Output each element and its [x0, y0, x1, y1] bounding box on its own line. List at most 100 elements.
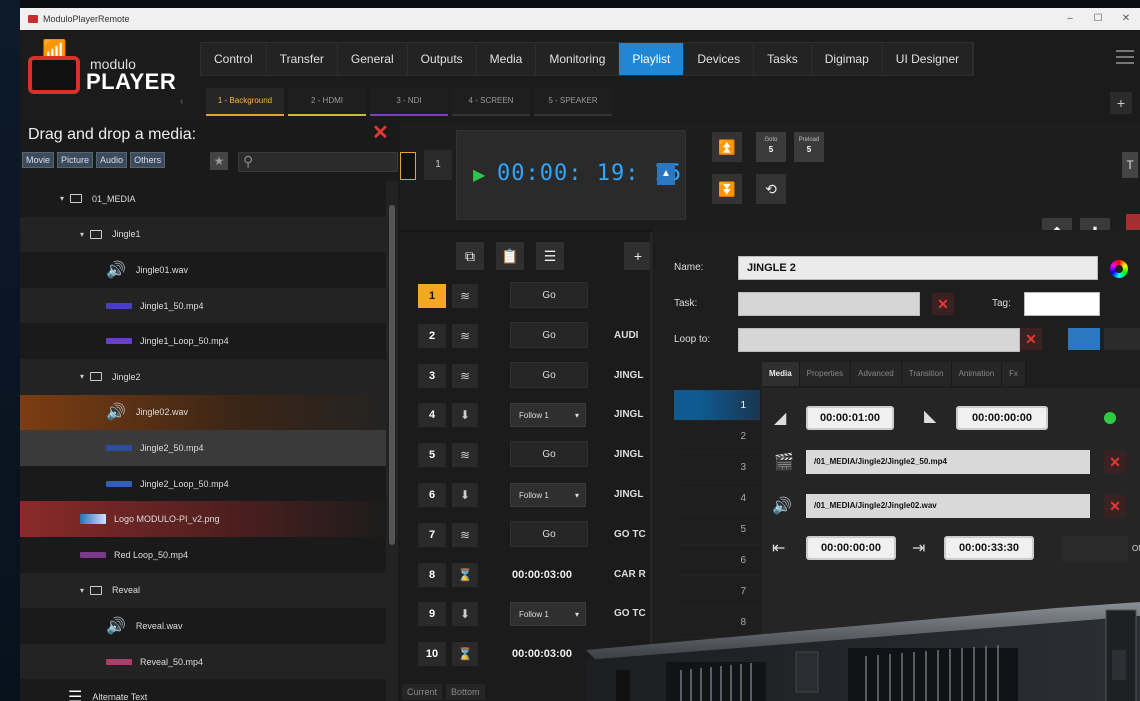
- filter-audio[interactable]: Audio: [96, 152, 128, 168]
- color-picker-icon[interactable]: [1110, 260, 1128, 278]
- expand-caret-icon[interactable]: ▾: [80, 586, 84, 595]
- copy-icon[interactable]: ⧉: [456, 242, 484, 270]
- layer-number[interactable]: 6: [674, 545, 760, 576]
- property-tab-advanced[interactable]: Advanced: [851, 362, 902, 386]
- playlist-row[interactable]: 6 ⬇ Follow 1 ▾ JINGL: [418, 479, 654, 509]
- chevron-left-icon[interactable]: ‹: [180, 96, 183, 107]
- trigger-type-icon[interactable]: ⬇: [452, 403, 478, 428]
- media-item[interactable]: 🔊 Jingle02.wav: [20, 394, 386, 431]
- media-item[interactable]: ☰ Alternate Text: [20, 679, 386, 701]
- fade-out-field[interactable]: 00:00:00:00: [956, 406, 1048, 430]
- media-item[interactable]: 🔊 Reveal.wav: [20, 608, 386, 644]
- trigger-type-icon[interactable]: ⬇: [452, 483, 478, 507]
- property-tab-transition[interactable]: Transition: [901, 362, 952, 386]
- media-item[interactable]: ▾ Reveal: [20, 572, 386, 609]
- fade-in-field[interactable]: 00:00:01:00: [806, 406, 894, 430]
- filter-others[interactable]: Others: [130, 152, 166, 168]
- add-item-button[interactable]: +: [624, 242, 652, 270]
- media-item[interactable]: Logo MODULO-PI_v2.png: [20, 501, 386, 537]
- playlist-row[interactable]: 8 ⌛ 00:00:03:00 CAR R: [418, 559, 654, 589]
- layer-number[interactable]: 5: [674, 514, 760, 545]
- skip-bottom-button[interactable]: ⏬: [712, 174, 742, 204]
- preload-button[interactable]: Preload 5: [794, 132, 824, 162]
- tab-transfer[interactable]: Transfer: [267, 43, 338, 75]
- clear-video-icon[interactable]: ✕: [1104, 451, 1126, 473]
- timecode-up-icon[interactable]: ▲: [657, 163, 675, 185]
- media-item[interactable]: Jingle2_50.mp4: [20, 430, 386, 466]
- tab-media[interactable]: Media: [477, 43, 537, 75]
- tab-outputs[interactable]: Outputs: [408, 43, 477, 75]
- expand-caret-icon[interactable]: ▾: [80, 372, 84, 381]
- loop-to-field[interactable]: [738, 328, 1020, 352]
- in-point-field[interactable]: 00:00:00:00: [806, 536, 896, 560]
- property-tab-media[interactable]: Media: [762, 362, 800, 386]
- goto-button[interactable]: Goto 5: [756, 132, 786, 162]
- clear-audio-icon[interactable]: ✕: [1104, 495, 1126, 517]
- out-point-field[interactable]: 00:00:33:30: [944, 536, 1034, 560]
- media-item[interactable]: ▾ 01_MEDIA: [20, 181, 386, 217]
- go-trigger[interactable]: Go: [510, 441, 588, 468]
- tab-playlist[interactable]: Playlist: [619, 43, 685, 75]
- maximize-button[interactable]: ☐: [1084, 8, 1112, 30]
- trigger-type-icon[interactable]: ≋: [452, 363, 478, 388]
- media-item[interactable]: Jingle1_Loop_50.mp4: [20, 323, 386, 359]
- loop-enable-toggle[interactable]: [1068, 328, 1100, 350]
- media-item[interactable]: 🔊 Jingle01.wav: [20, 252, 386, 288]
- layer-number[interactable]: 4: [674, 483, 760, 514]
- follow-select[interactable]: Follow 1 ▾: [510, 403, 586, 428]
- media-item[interactable]: Reveal_50.mp4: [20, 643, 386, 680]
- close-button[interactable]: ✕: [1112, 8, 1140, 30]
- favorites-star-icon[interactable]: ★: [210, 152, 228, 170]
- output-tab-3[interactable]: 3 - NDI: [370, 88, 448, 116]
- output-tab-5[interactable]: 5 - SPEAKER: [534, 88, 612, 116]
- wait-time[interactable]: 00:00:03:00: [512, 563, 572, 587]
- audio-path-field[interactable]: /01_MEDIA/Jingle2/Jingle02.wav: [806, 494, 1090, 518]
- property-tab-animation[interactable]: Animation: [951, 362, 1003, 386]
- text-button[interactable]: T: [1122, 152, 1138, 178]
- media-item[interactable]: Jingle2_Loop_50.mp4: [20, 466, 386, 502]
- previous-item-button[interactable]: [400, 152, 416, 180]
- add-output-button[interactable]: +: [1110, 92, 1132, 114]
- go-trigger[interactable]: Go: [510, 321, 588, 348]
- layer-number[interactable]: 1: [674, 390, 760, 421]
- layer-number[interactable]: 2: [674, 421, 760, 452]
- media-item[interactable]: ▾ Jingle1: [20, 216, 386, 253]
- trigger-type-icon[interactable]: ≋: [452, 522, 478, 547]
- go-trigger[interactable]: Go: [510, 520, 588, 547]
- trigger-type-icon[interactable]: ⌛: [452, 642, 478, 667]
- playlist-row[interactable]: 1 ≋ Go: [418, 280, 654, 310]
- minimize-button[interactable]: –: [1056, 8, 1084, 30]
- search-input[interactable]: ⚲: [238, 152, 398, 172]
- tab-monitoring[interactable]: Monitoring: [536, 43, 620, 75]
- filter-movie[interactable]: Movie: [22, 152, 55, 168]
- trigger-type-icon[interactable]: ⌛: [452, 562, 478, 587]
- tab-digimap[interactable]: Digimap: [812, 43, 883, 75]
- list-settings-icon[interactable]: ☰: [536, 242, 564, 270]
- media-tree-scrollbar[interactable]: [386, 181, 398, 701]
- go-trigger[interactable]: Go: [510, 361, 588, 388]
- on-toggle[interactable]: [1062, 536, 1128, 562]
- layer-number[interactable]: 3: [674, 452, 760, 483]
- video-path-field[interactable]: /01_MEDIA/Jingle2/Jingle2_50.mp4: [806, 450, 1090, 474]
- trigger-type-icon[interactable]: ≋: [452, 443, 478, 468]
- output-tab-4[interactable]: 4 - SCREEN: [452, 88, 530, 116]
- playlist-row[interactable]: 7 ≋ Go GO TC: [418, 519, 654, 549]
- name-field[interactable]: JINGLE 2: [738, 256, 1098, 280]
- skip-top-button[interactable]: ⏫: [712, 132, 742, 162]
- filter-picture[interactable]: Picture: [57, 152, 94, 168]
- scroll-bottom-button[interactable]: Bottom: [446, 684, 485, 700]
- wait-time[interactable]: 00:00:03:00: [512, 642, 572, 666]
- playlist-row[interactable]: 2 ≋ Go AUDI: [418, 320, 654, 350]
- scroll-current-button[interactable]: Current: [402, 684, 443, 700]
- hamburger-menu-icon[interactable]: [1116, 50, 1134, 64]
- trigger-type-icon[interactable]: ⬇: [452, 602, 478, 627]
- expand-caret-icon[interactable]: ▾: [80, 230, 84, 239]
- clear-loop-icon[interactable]: ✕: [1020, 328, 1042, 350]
- follow-select[interactable]: Follow 1 ▾: [510, 483, 586, 507]
- media-item[interactable]: ▾ Jingle2: [20, 358, 386, 395]
- media-item[interactable]: Red Loop_50.mp4: [20, 537, 386, 573]
- paste-icon[interactable]: 📋: [496, 242, 524, 270]
- loop-icon[interactable]: ⟲: [756, 174, 786, 204]
- tab-ui-designer[interactable]: UI Designer: [883, 43, 974, 75]
- playlist-row[interactable]: 3 ≋ Go JINGL: [418, 360, 654, 390]
